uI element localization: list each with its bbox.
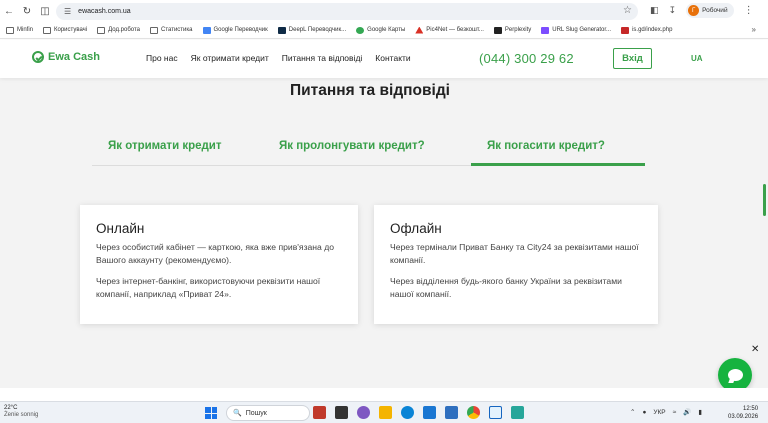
tab-how-to-prolong[interactable]: Як пролонгувати кредит? xyxy=(279,140,425,152)
weather-widget[interactable]: 22°C Żenie sonnig xyxy=(4,405,38,419)
search-placeholder: Пошук xyxy=(245,409,267,417)
login-button[interactable]: Вхід xyxy=(613,48,652,69)
faq-tabs: Як отримати кредит Як пролонгувати креди… xyxy=(92,134,645,166)
maps-icon xyxy=(356,26,365,34)
logo-icon xyxy=(32,51,44,63)
chevron-up-icon[interactable]: ⌃ xyxy=(630,408,635,416)
clock[interactable]: 12:50 03.09.2026 xyxy=(728,405,758,421)
logo-text: Ewa Cash xyxy=(48,51,100,63)
tab-how-to-repay[interactable]: Як погасити кредит? xyxy=(487,140,605,152)
more-menu-icon[interactable]: ⋮ xyxy=(744,5,754,16)
back-icon[interactable]: ← xyxy=(2,4,16,18)
copilot-icon[interactable] xyxy=(357,406,370,419)
chat-button[interactable] xyxy=(718,358,752,392)
bookmark-item[interactable]: is.gd/index.php xyxy=(621,26,672,34)
file-explorer-icon[interactable] xyxy=(379,406,392,419)
edge-icon[interactable] xyxy=(401,406,414,419)
battery-icon[interactable]: ▮ xyxy=(698,408,702,416)
site-info-icon[interactable]: ☰ xyxy=(64,7,71,16)
next-section-edge xyxy=(0,388,768,401)
bookmark-item[interactable]: Perplexity xyxy=(493,26,531,34)
bookmarks-bar: Minfin Користувачі Дод.робота Статистика… xyxy=(0,22,768,39)
perplexity-icon xyxy=(493,26,502,34)
network-status-icon[interactable]: ● xyxy=(642,409,646,416)
extensions-icon[interactable]: ◧ xyxy=(650,5,659,16)
nav-about[interactable]: Про нас xyxy=(146,53,178,63)
search-icon: 🔍 xyxy=(233,410,242,417)
faq-section: Питання та відповіді Як отримати кредит … xyxy=(0,78,768,401)
system-tray: ⌃ ● УКР ≈ 🔊 ▮ xyxy=(630,408,702,417)
logo[interactable]: Ewa Cash xyxy=(32,51,100,63)
taskbar-search[interactable]: 🔍 Пошук xyxy=(226,405,310,421)
phone-number[interactable]: (044) 300 29 62 xyxy=(479,51,574,66)
active-tab-indicator xyxy=(471,163,645,166)
folder-icon xyxy=(149,26,158,34)
language-switch[interactable]: UA xyxy=(691,54,703,63)
scroll-indicator[interactable] xyxy=(763,184,766,216)
nav-faq[interactable]: Питання та відповіді xyxy=(282,53,363,63)
volume-icon[interactable]: 🔊 xyxy=(683,408,691,416)
isgd-icon xyxy=(621,26,630,34)
wifi-icon[interactable]: ≈ xyxy=(673,409,677,416)
card-paragraph: Через відділення будь-якого банку Україн… xyxy=(390,276,622,299)
card-paragraph: Через інтернет-банкінг, використовуючи р… xyxy=(96,276,321,299)
address-bar[interactable]: ☰ ewacash.com.ua ☆ xyxy=(56,3,638,20)
deepl-icon xyxy=(277,26,286,34)
folder-icon xyxy=(97,26,106,34)
bookmark-item[interactable]: Статистика xyxy=(149,26,193,34)
bookmark-item[interactable]: Pic4Net — безкошт... xyxy=(415,26,484,34)
main-nav: Про нас Як отримати кредит Питання та ві… xyxy=(146,53,411,63)
pic4net-icon xyxy=(415,26,424,34)
date: 03.09.2026 xyxy=(728,414,759,420)
bookmark-item[interactable]: Дод.робота xyxy=(97,26,140,34)
download-icon[interactable]: ↧ xyxy=(669,5,677,16)
temperature: 22°C xyxy=(4,405,18,411)
profile-button[interactable]: Г Робочий xyxy=(686,3,734,18)
folder-icon xyxy=(6,26,14,34)
mail-icon[interactable] xyxy=(445,406,458,419)
bookmark-item[interactable]: Minfin xyxy=(6,26,33,34)
chat-bubble-icon xyxy=(727,369,743,381)
bookmark-star-icon[interactable]: ☆ xyxy=(623,5,632,16)
tab-how-to-get[interactable]: Як отримати кредит xyxy=(108,140,222,152)
task-view-icon[interactable] xyxy=(335,406,348,419)
bookmark-item[interactable]: DeepL Переводчик... xyxy=(277,26,346,34)
slug-generator-icon xyxy=(541,26,550,34)
widget-thumbnail-icon[interactable] xyxy=(313,406,326,419)
offline-card: Офлайн Через термінали Приват Банку та C… xyxy=(374,205,658,324)
bookmark-item[interactable]: Google Карты xyxy=(356,26,405,34)
site-header: Ewa Cash Про нас Як отримати кредит Пита… xyxy=(0,40,768,78)
store-icon[interactable] xyxy=(423,406,436,419)
avatar: Г xyxy=(688,5,700,16)
card-title: Онлайн xyxy=(96,221,145,236)
translate-icon xyxy=(202,26,211,34)
nav-how-to-get-credit[interactable]: Як отримати кредит xyxy=(191,53,269,63)
chrome-icon[interactable] xyxy=(467,406,480,419)
nav-contacts[interactable]: Контакти xyxy=(375,53,410,63)
split-view-icon[interactable]: ◫ xyxy=(38,4,52,18)
url-text: ewacash.com.ua xyxy=(78,8,131,15)
taskbar: 22°C Żenie sonnig 🔍 Пошук ⌃ ● УКР ≈ 🔊 ▮ … xyxy=(0,401,768,423)
reload-icon[interactable]: ↻ xyxy=(20,4,34,18)
profile-name: Робочий xyxy=(702,7,728,14)
bookmark-item[interactable]: Google Переводчик xyxy=(202,26,268,34)
close-chat-icon[interactable]: ✕ xyxy=(751,344,759,355)
notepad-icon[interactable] xyxy=(489,406,502,419)
bookmark-item[interactable]: Користувачі xyxy=(43,26,87,34)
time: 12:50 xyxy=(743,406,759,412)
browser-toolbar: ← ↻ ◫ ☰ ewacash.com.ua ☆ ◧ ↧ Г Робочий ⋮ xyxy=(0,0,768,22)
snipping-tool-icon[interactable] xyxy=(511,406,524,419)
card-title: Офлайн xyxy=(390,221,442,236)
more-bookmarks-icon[interactable]: » xyxy=(752,25,756,34)
card-paragraph: Через термінали Приват Банку та City24 з… xyxy=(390,242,639,265)
weather-text: Żenie sonnig xyxy=(4,412,39,418)
input-language[interactable]: УКР xyxy=(653,409,665,416)
folder-icon xyxy=(43,26,52,34)
start-icon[interactable] xyxy=(205,407,217,419)
page-title: Питання та відповіді xyxy=(290,82,450,99)
card-paragraph: Через особистий кабінет — карткою, яка в… xyxy=(96,242,334,265)
online-card: Онлайн Через особистий кабінет — карткою… xyxy=(80,205,358,324)
bookmark-item[interactable]: URL Slug Generator... xyxy=(541,26,611,34)
